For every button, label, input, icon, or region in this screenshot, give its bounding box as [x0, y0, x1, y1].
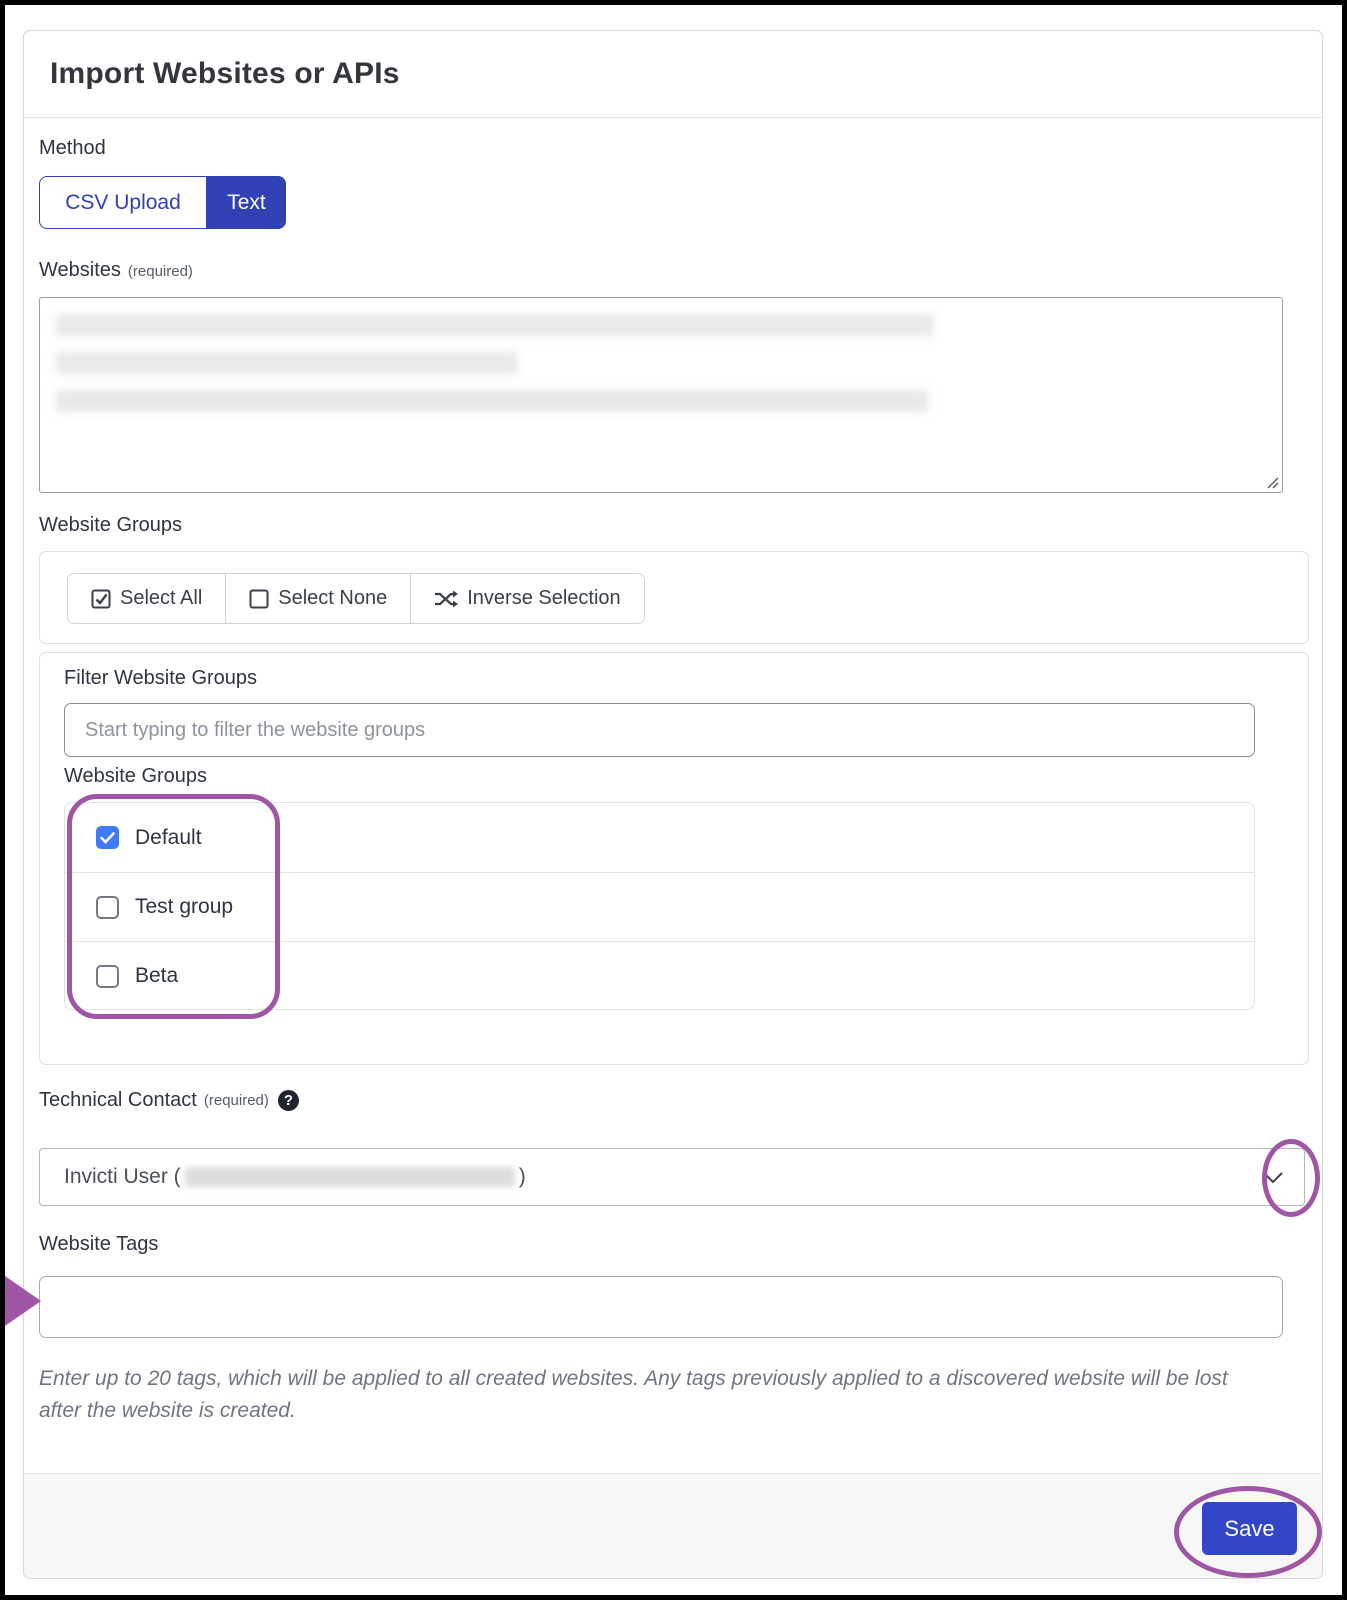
- dialog-footer: Save: [24, 1473, 1322, 1578]
- group-row-default[interactable]: Default: [65, 803, 1254, 872]
- redacted-url-line: [56, 352, 518, 374]
- shuffle-icon: [435, 590, 459, 607]
- empty-box-icon: [249, 589, 269, 608]
- text-option-selected[interactable]: Text: [207, 176, 286, 229]
- select-all-label: Select All: [120, 587, 203, 609]
- group-row-beta[interactable]: Beta: [65, 941, 1254, 1009]
- csv-upload-option[interactable]: CSV Upload: [39, 176, 207, 229]
- select-all-button[interactable]: Select All: [68, 574, 226, 623]
- technical-contact-label-row: Technical Contact (required) ?: [39, 1089, 299, 1112]
- websites-required-note: (required): [127, 263, 193, 280]
- import-dialog: Import Websites or APIs Method CSV Uploa…: [23, 30, 1323, 1579]
- websites-label-row: Websites (required): [39, 259, 193, 282]
- inverse-selection-button[interactable]: Inverse Selection: [410, 574, 644, 623]
- selection-toolbar: Select All Select None Inverse Selection: [67, 573, 645, 624]
- method-label: Method: [39, 137, 106, 159]
- technical-contact-value-prefix: Invicti User (: [64, 1165, 181, 1188]
- websites-textarea[interactable]: [39, 297, 1283, 493]
- groups-list-label: Website Groups: [64, 765, 208, 787]
- redacted-url-line: [56, 390, 928, 412]
- group-name: Test group: [135, 895, 234, 918]
- help-text-line-2: after the website is created.: [39, 1399, 296, 1422]
- checked-checkbox-icon[interactable]: [96, 826, 119, 849]
- chevron-down-icon[interactable]: [1262, 1171, 1284, 1184]
- website-groups-list: Default Test group Beta: [64, 802, 1255, 1010]
- redacted-email: [184, 1167, 515, 1187]
- method-toggle-group: CSV Upload Text: [39, 176, 286, 229]
- technical-contact-required-note: (required): [203, 1092, 269, 1109]
- help-icon[interactable]: ?: [277, 1090, 299, 1111]
- inverse-selection-label: Inverse Selection: [467, 587, 621, 609]
- group-name: Default: [135, 825, 202, 849]
- select-none-button[interactable]: Select None: [225, 574, 411, 623]
- title-divider: [24, 117, 1322, 118]
- checked-box-icon: [91, 589, 111, 608]
- textarea-resize-handle[interactable]: [1263, 473, 1279, 489]
- website-tags-input[interactable]: [39, 1276, 1283, 1338]
- page-title: Import Websites or APIs: [50, 57, 400, 90]
- filter-groups-input[interactable]: [64, 703, 1255, 757]
- screenshot-viewport: Import Websites or APIs Method CSV Uploa…: [0, 0, 1347, 1600]
- filter-groups-label: Filter Website Groups: [64, 667, 258, 689]
- group-name: Beta: [135, 964, 179, 987]
- website-tags-label: Website Tags: [39, 1233, 159, 1255]
- website-groups-panel: Filter Website Groups Website Groups Def…: [39, 652, 1309, 1065]
- group-row-test-group[interactable]: Test group: [65, 872, 1254, 941]
- technical-contact-label: Technical Contact: [39, 1089, 197, 1111]
- technical-contact-select[interactable]: Invicti User (): [39, 1148, 1305, 1206]
- select-none-label: Select None: [278, 587, 388, 609]
- help-text-line-1: Enter up to 20 tags, which will be appli…: [39, 1367, 1228, 1390]
- selection-toolbar-panel: Select All Select None Inverse Selection: [39, 551, 1309, 644]
- technical-contact-value-suffix: ): [518, 1165, 526, 1188]
- unchecked-checkbox-icon[interactable]: [96, 895, 119, 919]
- save-button[interactable]: Save: [1202, 1502, 1297, 1555]
- websites-label: Websites: [39, 259, 121, 281]
- website-tags-help-text: Enter up to 20 tags, which will be appli…: [39, 1363, 1289, 1427]
- redacted-url-line: [56, 314, 934, 336]
- unchecked-checkbox-icon[interactable]: [96, 964, 119, 988]
- website-groups-section-label: Website Groups: [39, 514, 183, 536]
